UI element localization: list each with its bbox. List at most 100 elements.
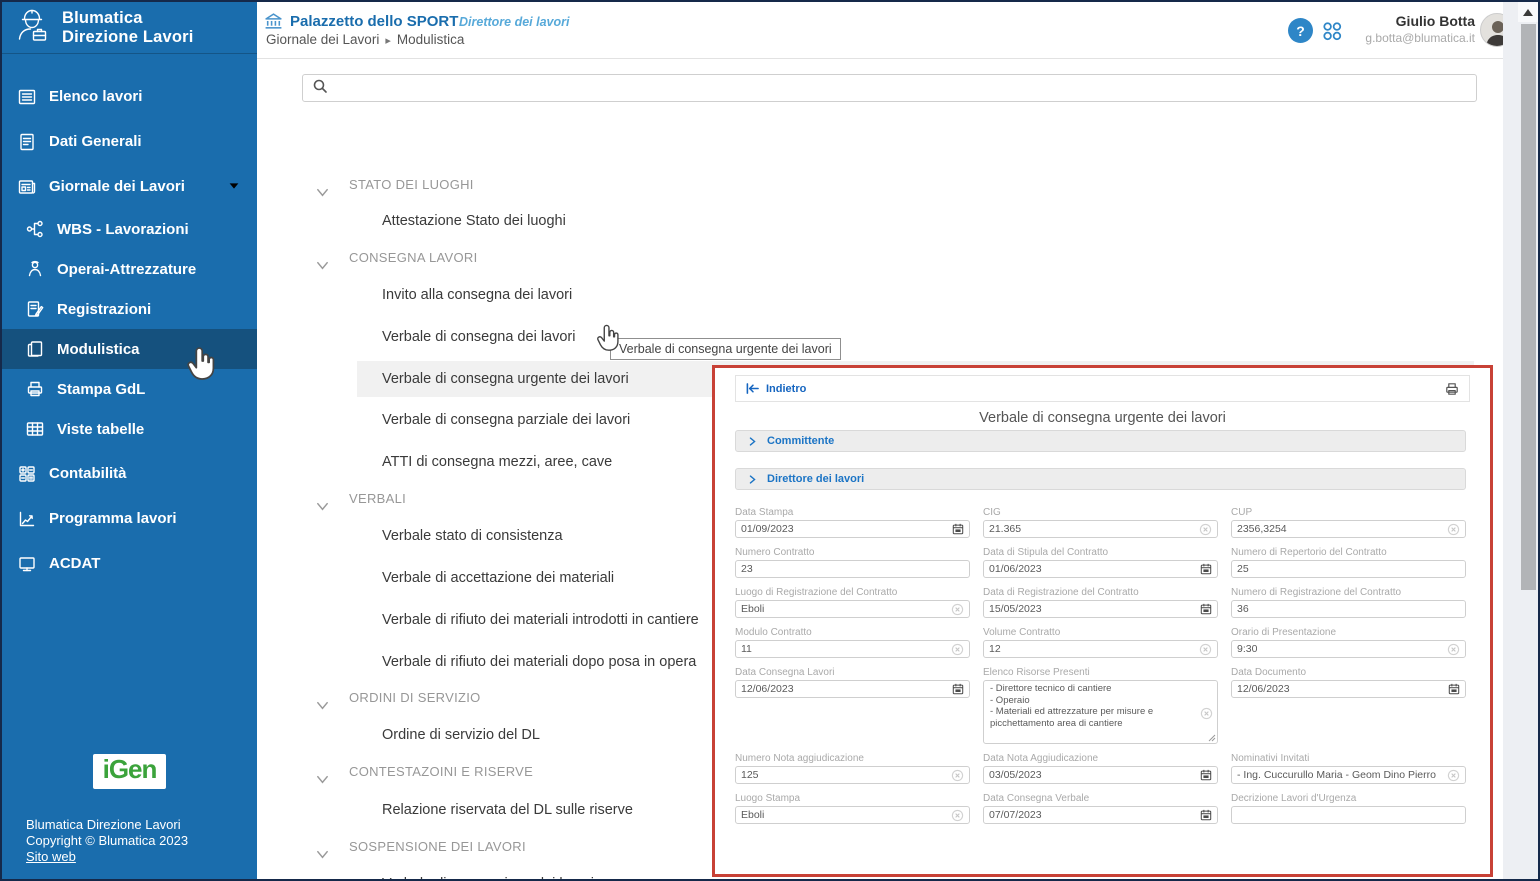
newspaper-icon	[16, 176, 38, 198]
orario-presentazione-input[interactable]: 9:30	[1231, 640, 1466, 658]
print-icon[interactable]	[1444, 381, 1460, 397]
clear-icon[interactable]	[1199, 523, 1212, 536]
data-registrazione-input[interactable]: 15/05/2023	[983, 600, 1218, 618]
sidebar-item-operai-attrezzature[interactable]: Operai-Attrezzature	[2, 249, 257, 289]
chevron-down-icon[interactable]	[315, 178, 330, 214]
numero-repertorio-input[interactable]: 25	[1231, 560, 1466, 578]
user-info[interactable]: Giulio Bottag.botta@blumatica.it	[1365, 13, 1475, 45]
form-fields: Data Stampa01/09/2023 CIG21.365 CUP2356,…	[735, 507, 1466, 824]
sito-web-link[interactable]: Sito web	[26, 849, 76, 864]
clear-icon[interactable]	[951, 769, 964, 782]
chevron-right-icon	[747, 474, 758, 485]
form-field: Data Consegna Lavori12/06/2023	[735, 667, 970, 698]
numero-nota-input[interactable]: 125	[735, 766, 970, 784]
volume-contratto-input[interactable]: 12	[983, 640, 1218, 658]
descrizione-urgenza-input[interactable]	[1231, 806, 1466, 824]
chevron-down-icon[interactable]	[315, 840, 330, 876]
clear-icon[interactable]	[1200, 707, 1213, 720]
clear-icon[interactable]	[1447, 769, 1460, 782]
form-field: Data Nota Aggiudicazione03/05/2023	[983, 753, 1218, 784]
calendar-icon[interactable]	[952, 683, 964, 695]
project-title: Palazzetto dello SPORT	[290, 13, 458, 30]
numero-contratto-input[interactable]: 23	[735, 560, 970, 578]
breadcrumb-parent[interactable]: Giornale dei Lavori	[266, 32, 379, 47]
form-field: Numero Contratto23	[735, 547, 970, 578]
help-button[interactable]: ?	[1288, 18, 1313, 43]
sidebar-item-programma-lavori[interactable]: Programma lavori	[2, 496, 257, 541]
form-field: Numero Nota aggiudicazione125	[735, 753, 970, 784]
luogo-stampa-input[interactable]: Eboli	[735, 806, 970, 824]
luogo-registrazione-input[interactable]: Eboli	[735, 600, 970, 618]
form-field: Elenco Risorse Presenti- Direttore tecni…	[983, 667, 1218, 744]
scroll-up-arrow-icon[interactable]	[1518, 2, 1538, 22]
form-field: CUP2356,3254	[1231, 507, 1466, 538]
chart-icon	[16, 508, 38, 530]
calendar-icon[interactable]	[1200, 809, 1212, 821]
user-role: Direttore dei lavori	[459, 15, 569, 29]
sidebar-item-wbs-lavorazioni[interactable]: WBS - Lavorazioni	[2, 209, 257, 249]
numero-registrazione-input[interactable]: 36	[1231, 600, 1466, 618]
chevron-right-icon	[747, 436, 758, 447]
clear-icon[interactable]	[1199, 643, 1212, 656]
apps-grid-icon[interactable]	[1321, 20, 1343, 47]
folder-icon	[16, 553, 38, 575]
data-consegna-lavori-input[interactable]: 12/06/2023	[735, 680, 970, 698]
data-consegna-verbale-input[interactable]: 07/07/2023	[983, 806, 1218, 824]
cig-input[interactable]: 21.365	[983, 520, 1218, 538]
table-icon	[24, 418, 46, 440]
clear-icon[interactable]	[1447, 523, 1460, 536]
worker-icon	[24, 258, 46, 280]
arrow-left-icon	[745, 382, 760, 395]
chevron-down-icon[interactable]	[315, 691, 330, 727]
sidebar-item-viste-tabelle[interactable]: Viste tabelle	[2, 409, 257, 449]
calendar-icon[interactable]	[1200, 563, 1212, 575]
sidebar-item-contabilita[interactable]: Contabilità	[2, 451, 257, 496]
search-box[interactable]	[302, 74, 1477, 102]
scrollbar-thumb[interactable]	[1521, 24, 1536, 590]
sidebar-item-stampa-gdl[interactable]: Stampa GdL	[2, 369, 257, 409]
sidebar-item-giornale-dei-lavori[interactable]: Giornale dei Lavori	[2, 164, 257, 209]
sidebar-item-registrazioni[interactable]: Registrazioni	[2, 289, 257, 329]
calendar-icon[interactable]	[1448, 683, 1460, 695]
modulo-contratto-input[interactable]: 11	[735, 640, 970, 658]
search-icon	[312, 78, 328, 99]
elenco-risorse-textarea[interactable]: - Direttore tecnico di cantiere - Operai…	[983, 680, 1218, 744]
chevron-down-icon[interactable]	[315, 492, 330, 528]
resize-handle-icon[interactable]	[1208, 734, 1216, 742]
cup-input[interactable]: 2356,3254	[1231, 520, 1466, 538]
calendar-icon[interactable]	[952, 523, 964, 535]
chevron-down-icon[interactable]	[315, 765, 330, 801]
sidebar-item-modulistica[interactable]: Modulistica	[2, 329, 257, 369]
forms-icon	[24, 338, 46, 360]
chevron-down-icon[interactable]	[315, 251, 330, 287]
form-field: Luogo di Registrazione del ContrattoEbol…	[735, 587, 970, 618]
scrollbar[interactable]	[1503, 2, 1538, 879]
clear-icon[interactable]	[1447, 643, 1460, 656]
sidebar-item-dati-generali[interactable]: Dati Generali	[2, 119, 257, 164]
data-documento-input[interactable]: 12/06/2023	[1231, 680, 1466, 698]
clear-icon[interactable]	[951, 603, 964, 616]
back-button[interactable]: Indietro	[745, 382, 806, 395]
search-input[interactable]	[336, 81, 1476, 96]
sidebar-item-acdat[interactable]: ACDAT	[2, 541, 257, 586]
main-content: STATO DEI LUOGHI Attestazione Stato dei …	[257, 59, 1503, 881]
accordion-direttore-dei-lavori[interactable]: Direttore dei lavori	[735, 468, 1466, 490]
nominativi-invitati-input[interactable]: - Ing. Cuccurullo Maria - Geom Dino Pier…	[1231, 766, 1466, 784]
clear-icon[interactable]	[951, 809, 964, 822]
calendar-icon[interactable]	[1200, 769, 1212, 781]
data-stampa-input[interactable]: 01/09/2023	[735, 520, 970, 538]
org-chart-icon	[24, 218, 46, 240]
header: Palazzetto dello SPORT Direttore dei lav…	[257, 2, 1503, 59]
list-icon	[16, 86, 38, 108]
clear-icon[interactable]	[951, 643, 964, 656]
chevron-down-icon[interactable]	[227, 179, 241, 197]
form-field: Data di Stipula del Contratto01/06/2023	[983, 547, 1218, 578]
data-stipula-input[interactable]: 01/06/2023	[983, 560, 1218, 578]
accordion-committente[interactable]: Committente	[735, 430, 1466, 452]
sidebar: BlumaticaDirezione Lavori Elenco lavori …	[2, 2, 257, 879]
form-field: Modulo Contratto11	[735, 627, 970, 658]
data-nota-input[interactable]: 03/05/2023	[983, 766, 1218, 784]
document-icon	[16, 131, 38, 153]
sidebar-item-elenco-lavori[interactable]: Elenco lavori	[2, 74, 257, 119]
calendar-icon[interactable]	[1200, 603, 1212, 615]
